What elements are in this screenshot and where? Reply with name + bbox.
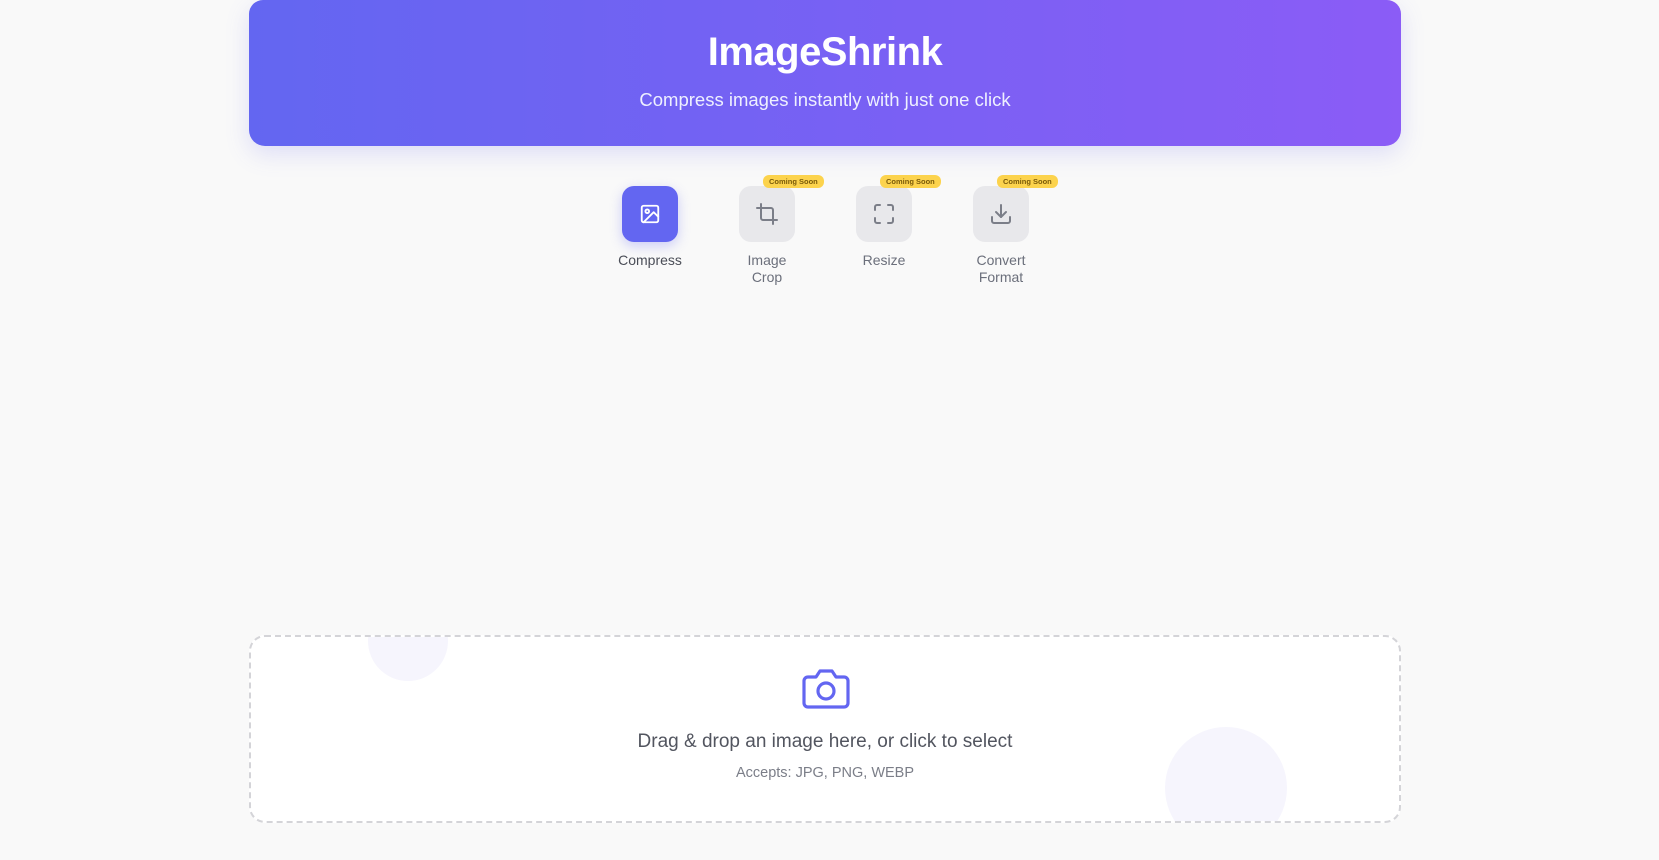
download-icon	[991, 204, 1011, 224]
tool-label: Resize	[862, 252, 906, 268]
app-subtitle: Compress images instantly with just one …	[639, 89, 1011, 110]
coming-soon-badge: Coming Soon	[880, 175, 941, 188]
image-dropzone[interactable]: Drag & drop an image here, or click to s…	[249, 635, 1401, 823]
tool-image-crop[interactable]: Coming Soon Image Crop	[707, 175, 827, 286]
app-title: ImageShrink	[707, 30, 943, 74]
dropzone-accepted-formats: Accepts: JPG, PNG, WEBP	[735, 765, 915, 781]
tool-resize[interactable]: Coming Soon Resize	[824, 175, 944, 269]
tool-label: Compress	[618, 252, 682, 268]
tool-label: Convert Format	[976, 252, 1026, 285]
tool-label: Image Crop	[747, 252, 787, 285]
decorative-circle	[368, 637, 448, 681]
tool-convert-tile[interactable]: Coming Soon	[973, 175, 1058, 242]
image-icon	[640, 204, 660, 224]
dropzone-title: Drag & drop an image here, or click to s…	[637, 731, 1013, 752]
tool-resize-tile[interactable]: Coming Soon	[856, 175, 941, 242]
camera-icon	[802, 669, 850, 709]
app-header: ImageShrink Compress images instantly wi…	[249, 0, 1401, 146]
tool-convert-format[interactable]: Coming Soon Convert Format	[941, 175, 1061, 286]
tool-compress[interactable]: Compress	[590, 186, 710, 269]
coming-soon-badge: Coming Soon	[997, 175, 1058, 188]
crop-icon	[756, 203, 778, 225]
coming-soon-badge: Coming Soon	[763, 175, 824, 188]
tool-compress-tile[interactable]	[622, 186, 678, 242]
fullscreen-icon	[874, 204, 894, 224]
tool-crop-tile[interactable]: Coming Soon	[739, 175, 824, 242]
